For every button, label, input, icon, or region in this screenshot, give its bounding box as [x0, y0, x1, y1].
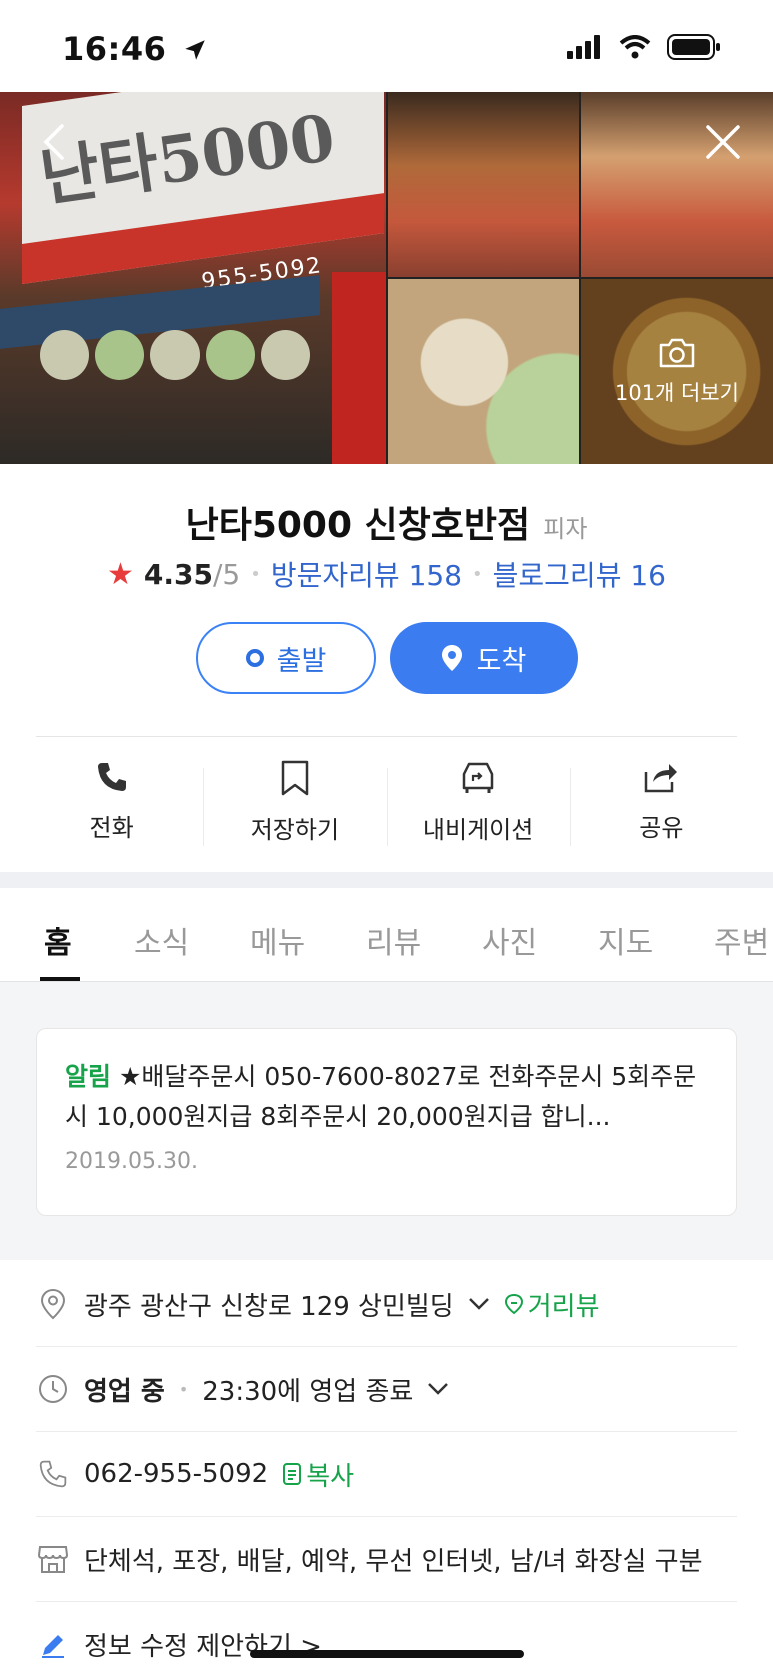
action-bar: 전화 저장하기 내비게이션 공유 [20, 760, 753, 860]
amenities-text: 단체석, 포장, 배달, 예약, 무선 인터넷, 남/녀 화장실 구분 [84, 1546, 703, 1577]
phone-row: 062-955-5092 복사 [36, 1432, 737, 1517]
tab-photos[interactable]: 사진 [482, 918, 537, 962]
tab-map[interactable]: 지도 [598, 918, 653, 962]
map-pin-icon [441, 645, 462, 671]
chevron-down-icon [428, 1383, 449, 1395]
rating-row: ★ 4.35/5 • 방문자리뷰 158 • 블로그리뷰 16 [0, 554, 773, 594]
share-icon [645, 764, 678, 793]
separator-dot: • [472, 563, 483, 585]
tab-bar: 홈 소식 메뉴 리뷰 사진 지도 주변 [0, 888, 773, 982]
edit-suggestion-row[interactable]: 정보 수정 제안하기 > [36, 1602, 737, 1673]
location-arrow-icon [185, 40, 205, 60]
open-status: 영업 중 [84, 1376, 165, 1407]
bookmark-icon [281, 760, 309, 796]
arrive-button[interactable]: 도착 [389, 622, 578, 694]
tab-nearby[interactable]: 주변 [714, 918, 769, 962]
place-title-row: 난타5000 신창호반점 피자 [0, 496, 773, 548]
save-action[interactable]: 저장하기 [203, 760, 386, 860]
more-photos-label: 101개 더보기 [614, 380, 740, 405]
close-button[interactable] [699, 118, 747, 166]
place-info-list: 광주 광산구 신창로 129 상민빌딩 거리뷰 영업 중 • 23:30에 영업… [0, 1262, 773, 1673]
street-view-pin-icon [504, 1293, 523, 1315]
navigation-label: 내비게이션 [422, 816, 534, 844]
origin-dot-icon [245, 649, 264, 667]
chevron-left-icon [43, 124, 64, 160]
food-photo-1[interactable] [388, 279, 579, 464]
rating-value: 4.35 [143, 557, 213, 591]
home-indicator[interactable] [250, 1650, 524, 1658]
tab-menu[interactable]: 메뉴 [250, 918, 305, 962]
phone-number[interactable]: 062-955-5092 [84, 1459, 268, 1489]
address-row: 광주 광산구 신창로 129 상민빌딩 거리뷰 [36, 1262, 737, 1347]
clock-icon [36, 1373, 70, 1405]
address-text: 광주 광산구 신창로 129 상민빌딩 [84, 1291, 454, 1322]
phone-icon [97, 763, 126, 791]
blog-reviews-link[interactable]: 블로그리뷰 16 [493, 554, 666, 594]
status-time: 16:46 [62, 30, 208, 68]
close-icon [706, 125, 740, 159]
rating-max: /5 [213, 557, 241, 591]
arrive-label: 도착 [476, 645, 527, 677]
share-action[interactable]: 공유 [569, 760, 753, 860]
tab-news[interactable]: 소식 [134, 918, 189, 962]
chevron-down-icon[interactable] [468, 1297, 490, 1311]
car-navigation-icon [462, 762, 494, 793]
hours-text: 23:30에 영업 종료 [202, 1376, 414, 1407]
visitor-reviews-link[interactable]: 방문자리뷰 158 [271, 554, 462, 594]
more-photos-tile[interactable]: 101개 더보기 [581, 279, 773, 464]
wifi-icon [619, 35, 651, 59]
copy-icon [283, 1463, 302, 1485]
photo-gallery: 난타5000 955-5092 101개 더보기 [0, 92, 773, 464]
star-icon: ★ [107, 556, 134, 592]
save-label: 저장하기 [250, 816, 340, 844]
street-view-link[interactable]: 거리뷰 [504, 1286, 600, 1323]
tab-home[interactable]: 홈 [44, 918, 72, 962]
place-category: 피자 [543, 515, 588, 543]
copy-button[interactable]: 복사 [282, 1456, 354, 1493]
notice-tag: 알림 [65, 1062, 112, 1091]
notice-text-block: 알림 ★배달주문시 050-7600-8027로 전화주문시 5회주문시 10,0… [65, 1057, 708, 1137]
cellular-signal-icon [567, 35, 600, 59]
place-name: 난타5000 신창호반점 [185, 505, 531, 546]
route-buttons: 출발 도착 [0, 622, 773, 694]
share-label: 공유 [639, 814, 684, 842]
battery-icon [667, 34, 720, 60]
camera-icon [659, 338, 695, 367]
call-label: 전화 [89, 814, 134, 842]
tab-reviews[interactable]: 리뷰 [366, 918, 421, 962]
depart-label: 출발 [276, 645, 327, 677]
interior-photo-1[interactable] [388, 92, 579, 277]
back-button[interactable] [30, 118, 78, 166]
copy-label: 복사 [306, 1461, 355, 1492]
separator-dot: • [178, 1379, 189, 1399]
navigation-action[interactable]: 내비게이션 [386, 760, 570, 860]
pencil-icon [36, 1631, 70, 1659]
status-bar: 16:46 [0, 0, 773, 92]
location-pin-icon [36, 1288, 70, 1320]
separator-dot: • [250, 563, 261, 585]
hours-row[interactable]: 영업 중 • 23:30에 영업 종료 [36, 1347, 737, 1432]
call-action[interactable]: 전화 [20, 760, 203, 860]
status-indicators [567, 34, 721, 60]
notice-section: 알림 ★배달주문시 050-7600-8027로 전화주문시 5회주문시 10,0… [0, 982, 773, 1260]
section-gap [0, 872, 773, 888]
amenities-row: 단체석, 포장, 배달, 예약, 무선 인터넷, 남/녀 화장실 구분 [36, 1517, 737, 1602]
notice-date: 2019.05.30. [65, 1149, 198, 1174]
active-tab-indicator [40, 977, 80, 981]
notice-card[interactable]: 알림 ★배달주문시 050-7600-8027로 전화주문시 5회주문시 10,0… [36, 1028, 737, 1216]
divider [36, 736, 737, 737]
street-view-label: 거리뷰 [527, 1291, 600, 1322]
depart-button[interactable]: 출발 [195, 622, 376, 694]
phone-outline-icon [36, 1459, 70, 1489]
store-icon [36, 1544, 70, 1574]
notice-text: ★배달주문시 050-7600-8027로 전화주문시 5회주문시 10,000… [65, 1062, 697, 1131]
